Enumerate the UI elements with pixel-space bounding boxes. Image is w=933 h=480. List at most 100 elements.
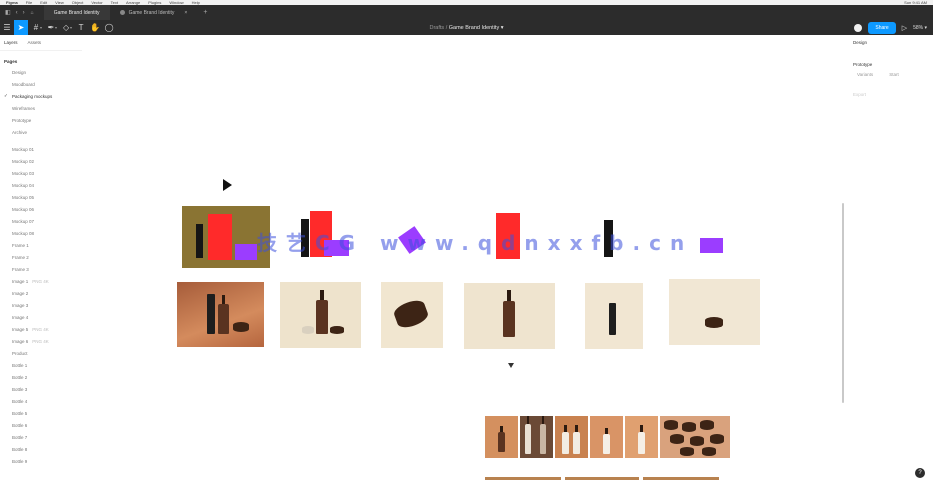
main-menu-icon[interactable]: ☰ (0, 20, 14, 35)
photo-frame-tube[interactable] (585, 283, 643, 349)
page-item[interactable]: Bottle 5 (0, 407, 82, 419)
prototype-play-icon[interactable] (223, 179, 232, 191)
breadcrumb: Drafts / Game Brand Identity ▾ (0, 25, 933, 31)
window-controls-icon[interactable]: ◧ (5, 9, 11, 16)
page-item[interactable]: Wireframes (0, 102, 82, 114)
page-item[interactable]: Image 4 (0, 311, 82, 323)
properties-panel: Design Prototype Variants Start Export (849, 35, 933, 480)
page-item[interactable]: Image 3 (0, 299, 82, 311)
avatar[interactable] (854, 23, 863, 32)
page-item[interactable]: Mockup 05 (0, 191, 82, 203)
photo-frame-cream-bottles[interactable] (280, 282, 361, 348)
zoom-dropdown[interactable]: 58% ▾ (913, 25, 927, 31)
hand-tool-icon[interactable]: ✋ (88, 20, 102, 35)
page-item[interactable]: Mockup 07 (0, 215, 82, 227)
thumbnail-frame[interactable] (520, 416, 553, 458)
page-item[interactable]: Bottle 6 (0, 419, 82, 431)
page-item[interactable]: Frame 2 (0, 251, 82, 263)
tab-layers[interactable]: Layers (4, 40, 18, 45)
export-row[interactable]: Export (849, 80, 933, 109)
page-item[interactable]: Image 2 (0, 287, 82, 299)
page-item[interactable]: Bottle 7 (0, 431, 82, 443)
thumbnail-frame[interactable] (485, 416, 518, 458)
page-item[interactable]: Bottle 2 (0, 371, 82, 383)
page-item[interactable]: Image 1 PNG 4K (0, 275, 82, 287)
page-item[interactable]: Mockup 06 (0, 203, 82, 215)
chevron-down-icon[interactable]: ▾ (40, 25, 42, 30)
thumbnail-frame[interactable] (555, 416, 588, 458)
tab-label: Game Brand Identity (128, 9, 175, 16)
bottle-product (316, 289, 328, 334)
page-item[interactable]: Bottle 4 (0, 395, 82, 407)
file-name[interactable]: Game Brand Identity ▾ (449, 25, 504, 31)
tab-drafts[interactable]: ⌂ (25, 5, 44, 20)
mouse-cursor-icon (508, 363, 514, 368)
page-item[interactable]: Design (0, 66, 82, 78)
page-item[interactable]: Mockup 08 (0, 227, 82, 239)
page-item[interactable]: Image 5 PNG 4K (0, 323, 82, 335)
photo-frame-single-bottle[interactable] (464, 283, 555, 349)
jar-product (233, 322, 249, 332)
present-play-icon[interactable]: ▷ (902, 24, 907, 32)
page-item[interactable]: Frame 1 (0, 239, 82, 251)
row-label: Variants (857, 72, 874, 77)
page-item[interactable]: Moodboard (0, 78, 82, 90)
thumbnail-frame[interactable] (625, 416, 658, 458)
page-item[interactable]: Bottle 1 (0, 359, 82, 371)
page-item-current[interactable]: ✓ Packaging mockups (0, 90, 82, 102)
page-item-label: Image 1 (12, 278, 29, 284)
page-item-meta: PNG 4K (32, 338, 49, 344)
page-item-label: Bottle 2 (12, 374, 28, 380)
page-item-meta: PNG 4K (32, 326, 49, 332)
page-item-label: Mockup 08 (12, 230, 35, 236)
bottle-product (525, 416, 531, 454)
tab-current-file[interactable]: Game Brand Identity (43, 5, 110, 20)
breadcrumb-team[interactable]: Drafts (430, 25, 445, 31)
page-item[interactable]: Mockup 02 (0, 155, 82, 167)
bottle-product (218, 295, 229, 334)
page-item[interactable]: Bottle 8 (0, 443, 82, 455)
tab-assets[interactable]: Assets (28, 40, 42, 45)
page-item[interactable]: Mockup 04 (0, 179, 82, 191)
page-item-label: Mockup 07 (12, 218, 35, 224)
text-tool-icon[interactable]: T (74, 20, 88, 35)
page-item[interactable]: Product (0, 347, 82, 359)
photo-frame-jar[interactable] (381, 282, 443, 348)
prototype-row[interactable]: Variants Start (849, 69, 933, 80)
page-item-label: Image 4 (12, 314, 29, 320)
page-item[interactable]: Bottle 9 (0, 455, 82, 467)
bottle-product (498, 426, 505, 452)
tab-design[interactable]: Design (849, 35, 933, 50)
section-heading: Prototype (853, 62, 873, 67)
bottle-product (540, 416, 546, 454)
page-item[interactable]: Archive (0, 126, 82, 138)
back-icon[interactable]: ‹ (16, 10, 18, 16)
page-list: Design Moodboard ✓ Packaging mockups Wirefra… (0, 66, 82, 467)
canvas-scrollbar[interactable] (842, 203, 844, 403)
page-item[interactable]: Mockup 03 (0, 167, 82, 179)
thumbnail-frame-jars[interactable] (660, 416, 730, 458)
chevron-down-icon[interactable]: ▾ (25, 25, 27, 30)
page-item-label: Product (12, 350, 28, 356)
page-item[interactable]: Mockup 01 (0, 143, 82, 155)
purple-rectangle[interactable] (700, 238, 723, 253)
chevron-down-icon[interactable]: ▾ (55, 25, 57, 30)
page-item-label: Moodboard (12, 81, 35, 87)
photo-frame-terracotta[interactable] (177, 282, 264, 347)
page-item[interactable]: Image 6 PNG 4K (0, 335, 82, 347)
chevron-down-icon[interactable]: ▾ (70, 25, 72, 30)
photo-frame-small-jar[interactable] (669, 279, 760, 345)
new-tab-icon[interactable]: + (203, 9, 207, 16)
comment-tool-icon[interactable]: ◯ (102, 20, 116, 35)
page-item[interactable]: Frame 3 (0, 263, 82, 275)
page-item[interactable]: Bottle 3 (0, 383, 82, 395)
tab-other-file[interactable]: Game Brand Identity × (110, 5, 198, 20)
page-item-label: Mockup 03 (12, 170, 35, 176)
design-canvas[interactable]: 技艺CG www.qdnxxfb.cn (82, 35, 849, 480)
close-icon[interactable]: × (184, 10, 187, 16)
page-item[interactable]: Prototype (0, 114, 82, 126)
help-button[interactable]: ? (915, 468, 925, 478)
layers-panel: Layers Assets Pages Design Moodboard ✓ Pack… (0, 35, 82, 480)
thumbnail-frame[interactable] (590, 416, 623, 458)
share-button[interactable]: Share (868, 21, 896, 34)
